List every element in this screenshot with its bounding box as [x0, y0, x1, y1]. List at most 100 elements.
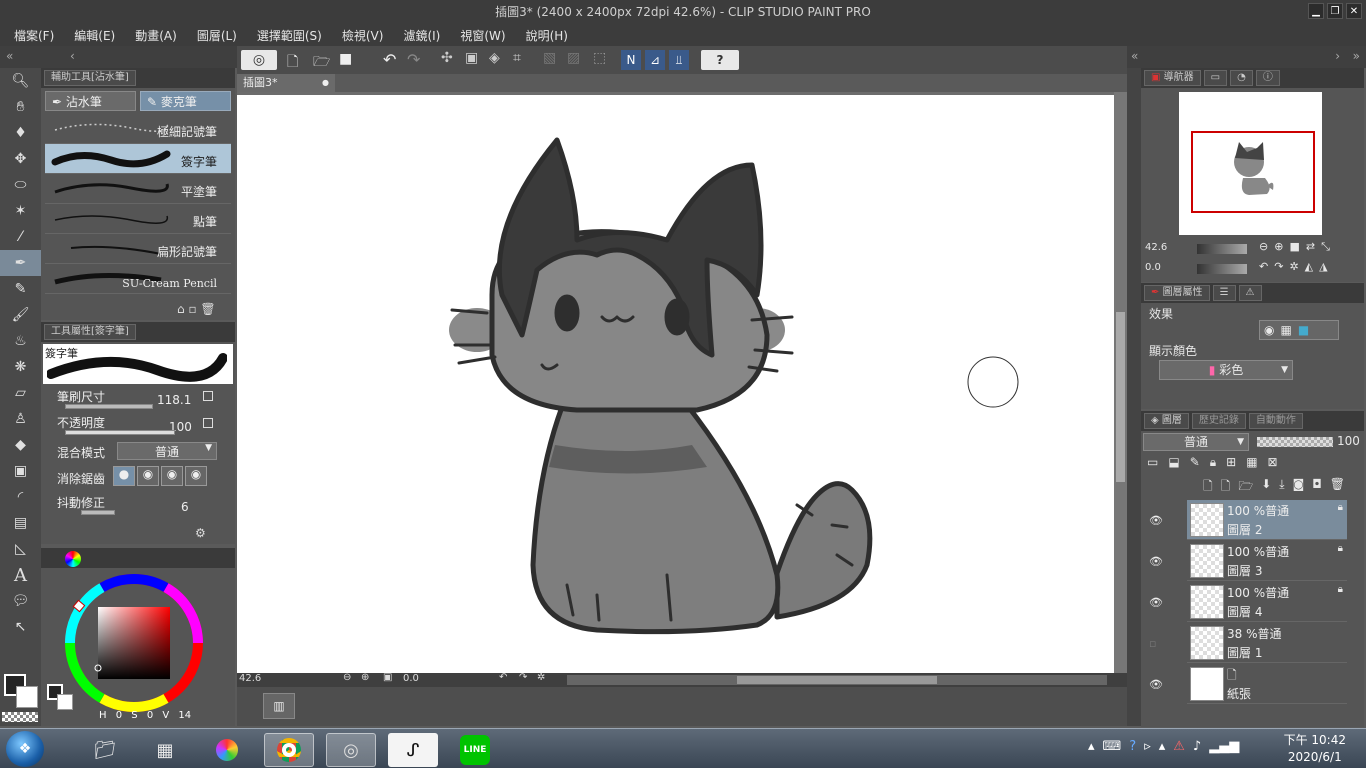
blend-mode-select[interactable]: 普通 ▼ — [117, 442, 217, 460]
menu-file[interactable]: 檔案(F) — [14, 27, 54, 44]
drawing-canvas[interactable] — [237, 95, 1114, 673]
lock-icon[interactable]: 🔒︎ — [1338, 502, 1343, 513]
clip-studio-taskbar-icon[interactable]: ◎ — [326, 733, 376, 767]
navigator-tab[interactable]: ▣ 導航器 — [1144, 70, 1201, 86]
line-app-icon[interactable]: LINE — [450, 733, 500, 767]
rotate-right-icon[interactable]: ↷ — [519, 672, 527, 683]
auto-select-tool-icon[interactable]: ✶ — [0, 198, 41, 224]
opacity-toggle[interactable] — [203, 418, 213, 428]
maximize-button[interactable]: ❐ — [1327, 3, 1343, 19]
antialias-none-option[interactable]: ● — [113, 466, 135, 486]
figure-tool-icon[interactable]: ◜ — [0, 484, 41, 510]
history-tab[interactable]: 歷史記錄 — [1191, 413, 1246, 429]
transparent-color-swatch[interactable] — [2, 712, 38, 722]
menu-animation[interactable]: 動畫(A) — [135, 27, 177, 44]
chevron-up-icon[interactable]: ▴ — [1088, 739, 1095, 754]
new-file-icon[interactable]: 🗋 — [287, 51, 298, 75]
brush-item[interactable]: SU-Cream Pencil — [45, 264, 231, 294]
expand-right-icon[interactable]: » — [1353, 49, 1360, 63]
ruler-tool-icon[interactable]: ◺ — [0, 536, 41, 562]
layer-adjust-tab[interactable]: ⚠︎ — [1238, 285, 1262, 301]
redo-icon[interactable]: ↷ — [407, 50, 420, 69]
apply-mask-icon[interactable]: ◘ — [1312, 477, 1322, 497]
rotate-right-icon[interactable]: ↷ — [1274, 260, 1283, 273]
transfer-down-icon[interactable]: ⬇ — [1261, 477, 1271, 497]
pencil-tool-icon[interactable]: ✎ — [0, 276, 41, 302]
navigator-zoom-value[interactable]: 42.6 — [1145, 242, 1167, 253]
brush-size-toggle[interactable] — [203, 391, 213, 401]
sub-color-swatch[interactable] — [16, 686, 38, 708]
file-explorer-icon[interactable]: 📁︎ — [80, 733, 130, 767]
merge-down-icon[interactable]: ⤓ — [1279, 477, 1284, 497]
eye-icon[interactable]: 👁︎ — [1149, 514, 1163, 527]
layer-row[interactable]: 100 %普通 圖層 3 🔒︎ — [1187, 541, 1347, 581]
timeline-icon[interactable]: ▥ — [263, 693, 295, 719]
clear-icon[interactable]: ✣ — [441, 50, 453, 66]
fill-icon[interactable]: ◈ — [489, 50, 500, 66]
reset-rotation-icon[interactable]: ✲ — [537, 672, 545, 683]
start-button[interactable]: ❖ — [6, 731, 44, 767]
color-wheel[interactable] — [63, 572, 205, 714]
help-icon[interactable]: ? — [701, 50, 739, 70]
hand-tool-icon[interactable]: ✋︎ — [0, 94, 41, 120]
signal-icon[interactable]: ▂▄▆ — [1209, 739, 1239, 754]
brush-item[interactable]: 簽字筆 — [45, 144, 231, 174]
chevron-left-icon[interactable]: ‹ — [70, 49, 75, 63]
layer-row[interactable]: 100 %普通 圖層 4 🔒︎ — [1187, 582, 1347, 622]
stabilization-slider[interactable] — [81, 510, 115, 515]
selection-tool-icon[interactable]: ⬭ — [0, 172, 41, 198]
layer-color-icon[interactable]: ■ — [1298, 323, 1309, 337]
opacity-slider[interactable] — [65, 430, 175, 435]
layer-row[interactable]: 100 %普通 圖層 2 🔒︎ — [1187, 500, 1347, 540]
open-file-icon[interactable]: 🗁 — [313, 51, 330, 75]
menu-selection[interactable]: 選擇範圍(S) — [257, 27, 322, 44]
clear-outside-icon[interactable]: ▣ — [465, 50, 478, 66]
zoom-in-icon[interactable]: ⊕ — [361, 672, 369, 683]
lock-icon[interactable]: 🔒︎ — [1338, 543, 1343, 554]
new-vector-layer-icon[interactable]: 🗋 — [1221, 477, 1231, 497]
lock-transparent-icon[interactable]: ⊞ — [1226, 455, 1236, 475]
eye-icon[interactable]: 👁︎ — [1149, 678, 1163, 691]
clip-studio-paint-taskbar-icon[interactable]: ᔑ — [388, 733, 438, 767]
layer-opacity-slider[interactable] — [1257, 437, 1333, 447]
transform-icon[interactable]: ⌗ — [513, 50, 521, 66]
brush-item[interactable]: 極細記號筆 — [45, 114, 231, 144]
save-icon[interactable]: ■ — [339, 51, 352, 67]
tool-property-tab[interactable]: 工具屬性[簽字筆] — [44, 324, 136, 340]
airbrush-tool-icon[interactable]: ♨ — [0, 328, 41, 354]
chrome-icon[interactable] — [264, 733, 314, 767]
gradient-tool-icon[interactable]: ▣ — [0, 458, 41, 484]
clip-studio-icon[interactable]: ◎ — [241, 50, 277, 70]
fit-icon[interactable]: ■ — [1289, 240, 1299, 254]
mask-icon[interactable]: ▦ — [1246, 455, 1257, 475]
layer-opacity-value[interactable]: 100 — [1337, 434, 1360, 448]
blend-tool-icon[interactable]: ♙ — [0, 406, 41, 432]
material-tab[interactable]: ◔ — [1230, 70, 1253, 86]
ruler-icon[interactable]: ⊠ — [1268, 455, 1278, 475]
antialias-strong-option[interactable]: ◉ — [185, 466, 207, 486]
brush-size-slider[interactable] — [65, 404, 153, 409]
new-folder-icon[interactable]: 🗁 — [1238, 477, 1253, 497]
reference-layer-icon[interactable]: ✎ — [1190, 455, 1200, 475]
brush-item[interactable]: 扁形記號筆 — [45, 234, 231, 264]
undo-icon[interactable]: ↶ — [383, 50, 396, 69]
document-tab[interactable]: 插圖3* ● — [237, 74, 335, 92]
tone-effect-icon[interactable]: ▦ — [1280, 323, 1291, 337]
flip-v-icon[interactable]: ⤡ — [1321, 240, 1330, 254]
show-selection-icon[interactable]: ⬚ — [593, 50, 606, 66]
brush-size-value[interactable]: 118.1 — [157, 393, 191, 407]
lock-icon[interactable]: 🔒︎ — [1210, 455, 1216, 475]
subtool-group-pen[interactable]: ✒︎ 沾水筆 — [45, 91, 136, 111]
menu-window[interactable]: 視窗(W) — [460, 27, 505, 44]
color-app-icon[interactable] — [202, 733, 252, 767]
collapse-right-icon[interactable]: « — [1131, 49, 1138, 63]
copy-subtool-icon[interactable]: ⌂ — [177, 302, 185, 316]
eye-icon[interactable]: 👁︎ — [1149, 596, 1163, 609]
eyedropper-tool-icon[interactable]: ⁄ — [0, 224, 41, 250]
chevron-right-icon[interactable]: › — [1335, 49, 1340, 63]
snap-grid-icon[interactable]: ⫫ — [669, 50, 689, 70]
layer-blend-mode-select[interactable]: 普通 ▼ — [1143, 433, 1249, 451]
antialias-medium-option[interactable]: ◉ — [161, 466, 183, 486]
layer-search-tab[interactable]: ☰ — [1212, 285, 1236, 301]
layer-row[interactable]: 紙張 🗋 — [1187, 664, 1347, 704]
